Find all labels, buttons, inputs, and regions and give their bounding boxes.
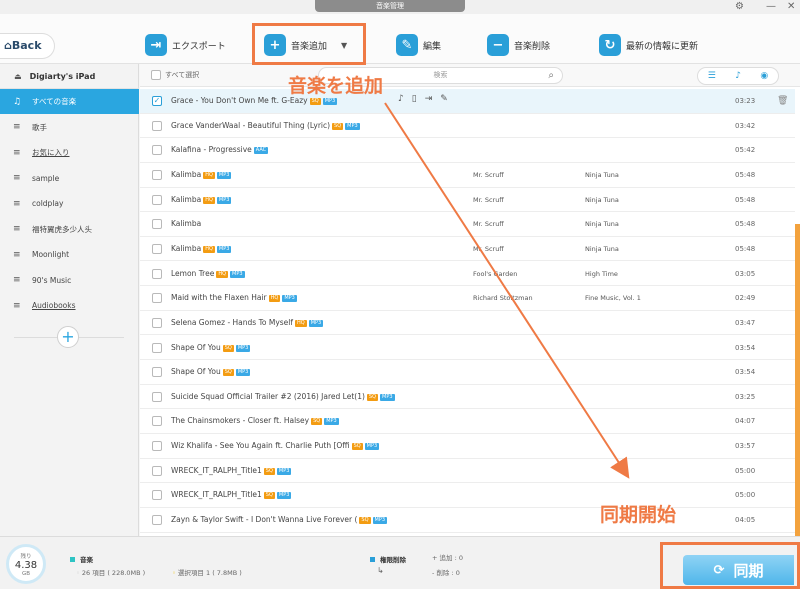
pointer-arrow: [384, 102, 630, 479]
app-window: 音楽管理 ⚙ — ✕ ⌂Back ⇥ エクスポート + 音楽追加 ▼ ✎ 編集 …: [0, 0, 800, 589]
arrow-overlay: [384, 102, 630, 479]
